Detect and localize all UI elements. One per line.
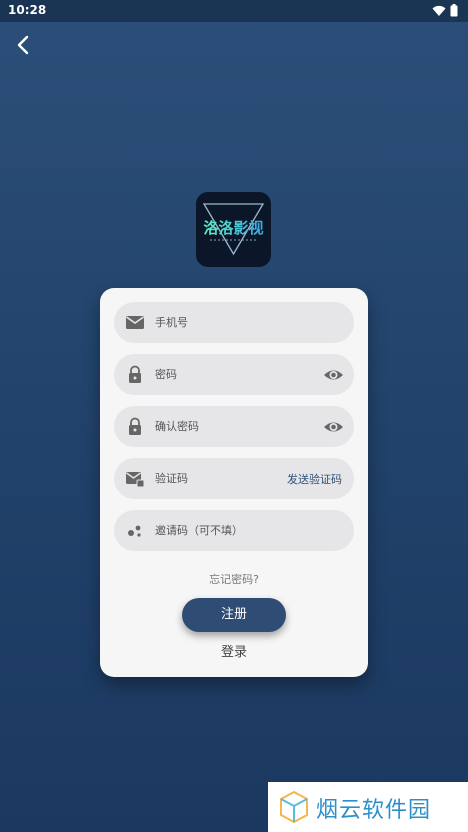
back-arrow-icon[interactable] [12,33,36,57]
verification-code-field[interactable]: 验证码 发送验证码 [114,458,354,499]
logo-text: 洛洛影视 [203,219,263,237]
register-button[interactable]: 注册 [182,598,286,632]
eye-icon[interactable] [323,417,344,437]
confirm-password-placeholder: 确认密码 [155,420,199,433]
logo-graphic: 洛洛影视 [202,203,265,256]
mail-lock-icon [126,472,145,488]
watermark: 烟云软件园 [268,782,468,832]
lock-icon [129,417,141,435]
register-card: 手机号 密码 确认密码 验证码 发送验证码 邀请码（可不填） 忘记密码? 注册 … [100,288,368,677]
confirm-password-field[interactable]: 确认密码 [114,406,354,447]
status-icons [432,4,458,17]
phone-field[interactable]: 手机号 [114,302,354,343]
forgot-password-link[interactable]: 忘记密码? [100,571,368,587]
password-field[interactable]: 密码 [114,354,354,395]
password-placeholder: 密码 [155,368,177,381]
status-bar: 10:28 [0,0,468,22]
mail-icon [126,316,144,329]
battery-icon [450,4,458,17]
app-logo: 洛洛影视 [196,192,271,267]
code-placeholder: 验证码 [155,472,188,485]
invite-placeholder: 邀请码（可不填） [155,524,243,537]
watermark-text: 烟云软件园 [316,798,432,823]
phone-placeholder: 手机号 [155,316,188,329]
send-code-button[interactable]: 发送验证码 [287,471,342,487]
invite-code-field[interactable]: 邀请码（可不填） [114,510,354,551]
eye-icon[interactable] [323,365,344,385]
wifi-icon [432,5,446,16]
bubbles-icon [128,525,141,537]
lock-icon [129,365,141,383]
cube-logo-icon [280,790,308,824]
login-link[interactable]: 登录 [100,641,368,660]
status-time: 10:28 [8,3,47,17]
